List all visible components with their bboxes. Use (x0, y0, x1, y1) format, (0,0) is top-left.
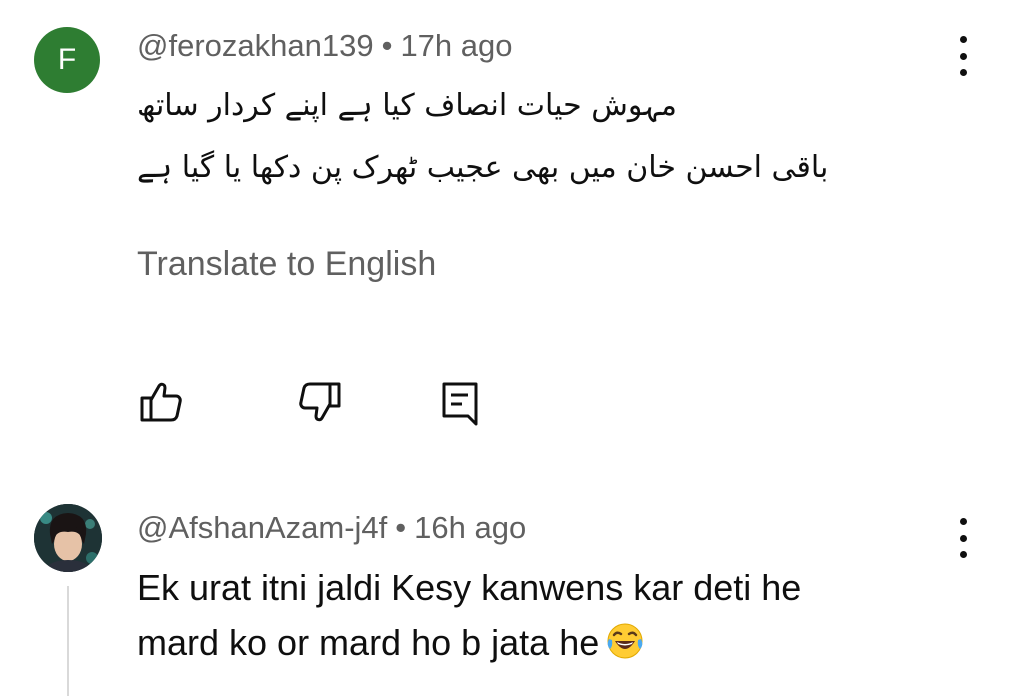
like-icon[interactable] (137, 378, 185, 426)
dislike-icon[interactable] (296, 378, 344, 426)
comment-item: @AfshanAzam-j4f • 16h ago Ek urat itni jal… (0, 488, 1024, 696)
laughing-emoji-icon (605, 621, 645, 676)
translate-button[interactable]: Translate to English (137, 245, 436, 284)
meta-separator: • (381, 28, 393, 63)
avatar[interactable]: F (34, 27, 100, 93)
avatar-letter: F (57, 43, 77, 76)
author-handle[interactable]: @ferozakhan139 (137, 28, 374, 63)
more-options-icon[interactable] (954, 36, 972, 76)
author-handle[interactable]: @AfshanAzam-j4f (137, 510, 387, 545)
more-options-icon[interactable] (954, 518, 972, 558)
comment-text-line: Ek urat itni jaldi Kesy kanwens kar deti… (137, 567, 802, 608)
comment-item: F @ferozakhan139 • 17h ago مہوش حیات انصاف… (0, 0, 1024, 470)
comment-text-line: مہوش حیات انصاف کیا ہے اپنے کردار ساتھ (137, 88, 677, 123)
comments-page: F @ferozakhan139 • 17h ago مہوش حیات انصاف… (0, 0, 1024, 696)
avatar[interactable] (34, 504, 102, 572)
comment-meta: @ferozakhan139 • 17h ago (137, 28, 513, 64)
comment-text-line: باقی احسن خان میں بھی عجیب ٹھرک پن دکھا … (137, 150, 829, 185)
thread-line (67, 586, 69, 696)
comment-text: Ek urat itni jaldi Kesy kanwens kar deti… (137, 560, 801, 676)
comment-time[interactable]: 17h ago (400, 28, 512, 63)
meta-separator: • (395, 510, 407, 545)
comment-text-line-2: mard ko or mard ho b jata he (137, 615, 801, 676)
reply-icon[interactable] (436, 378, 484, 426)
comment-meta: @AfshanAzam-j4f • 16h ago (137, 510, 526, 546)
comment-time[interactable]: 16h ago (414, 510, 526, 545)
